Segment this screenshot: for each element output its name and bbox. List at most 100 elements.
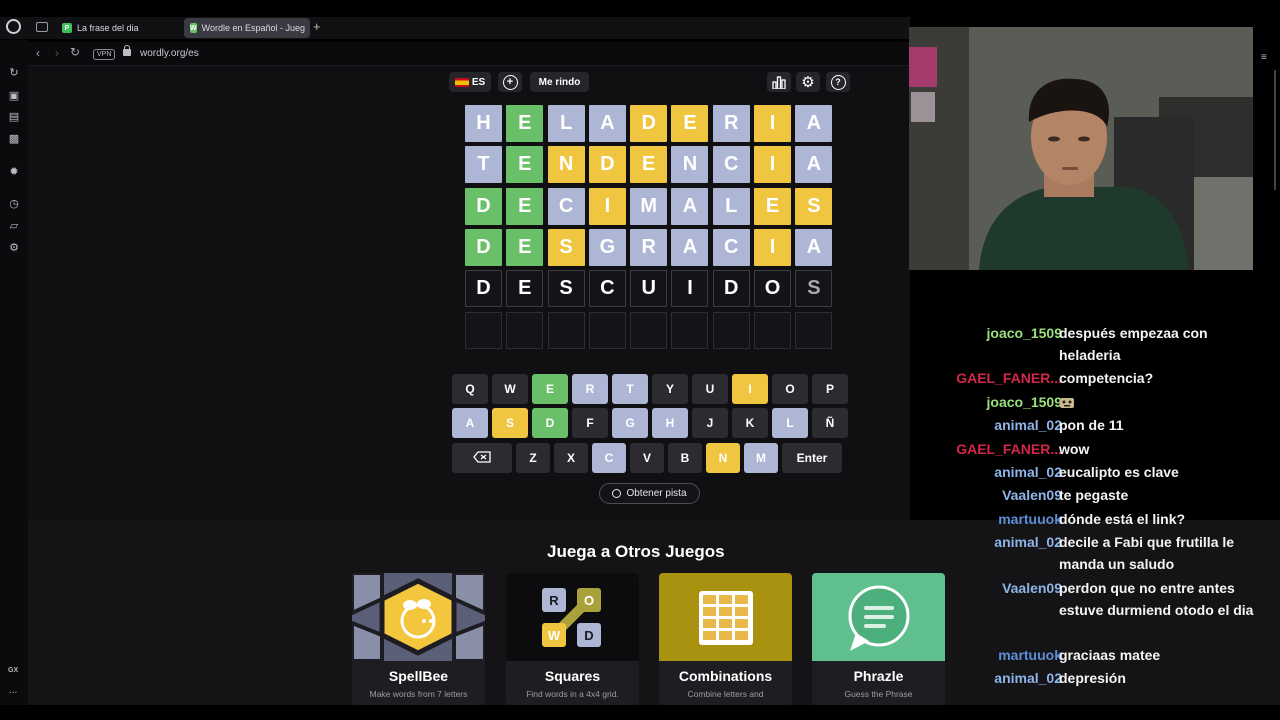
key-i[interactable]: I: [732, 374, 768, 404]
chat-username[interactable]: joaco_1509: [987, 391, 1063, 413]
key-w[interactable]: W: [492, 374, 528, 404]
squares-tile: O: [577, 588, 601, 612]
refresh-icon[interactable]: ↻: [8, 67, 20, 79]
board-tile: I: [588, 187, 626, 225]
chat-username[interactable]: GAEL_FANER...: [956, 438, 1062, 460]
chat-username[interactable]: martuuok: [998, 644, 1062, 666]
hint-button[interactable]: Obtener pista: [599, 483, 700, 504]
key-z[interactable]: Z: [516, 443, 550, 473]
key-e[interactable]: E: [532, 374, 568, 404]
key-o[interactable]: O: [772, 374, 808, 404]
help-button[interactable]: ?: [826, 72, 850, 92]
reload-icon[interactable]: ↻: [70, 45, 80, 59]
board-tile: C: [712, 146, 750, 184]
settings-button[interactable]: ⚙: [796, 72, 820, 92]
board-tile: D: [465, 270, 502, 308]
chat-username[interactable]: joaco_1509: [987, 322, 1063, 344]
board-row: TENDENCIA: [465, 146, 837, 184]
key-g[interactable]: G: [612, 408, 648, 438]
ai-icon[interactable]: ✹: [8, 166, 20, 178]
board-tile: D: [712, 270, 750, 308]
plus-icon: +: [502, 74, 518, 90]
opera-logo-icon[interactable]: [6, 19, 21, 34]
give-up-button[interactable]: Me rindo: [530, 72, 589, 92]
new-tab-button[interactable]: +: [313, 19, 321, 34]
chat-username[interactable]: animal_02: [994, 667, 1062, 689]
key-ñ[interactable]: Ñ: [812, 408, 848, 438]
key-q[interactable]: Q: [452, 374, 488, 404]
right-panel: ≡: [1255, 40, 1280, 705]
chat-message: Vaalen09 perdon que no entre antes estuve…: [910, 577, 1280, 643]
forward-icon[interactable]: ›: [55, 46, 59, 60]
stats-button[interactable]: [767, 72, 791, 92]
board-tile: H: [465, 105, 502, 142]
chat-username[interactable]: animal_02: [994, 414, 1062, 436]
settings-gear-icon[interactable]: ⚙: [8, 242, 20, 254]
enter-key[interactable]: Enter: [782, 443, 842, 473]
key-k[interactable]: K: [732, 408, 768, 438]
language-button[interactable]: ES: [449, 72, 491, 92]
key-y[interactable]: Y: [652, 374, 688, 404]
shop-icon[interactable]: ▣: [8, 90, 20, 102]
url-field[interactable]: wordly.org/es: [140, 48, 199, 59]
bee-icon: [352, 573, 485, 661]
key-t[interactable]: T: [612, 374, 648, 404]
spellbee-card[interactable]: SpellBee Make words from 7 letters: [352, 573, 485, 705]
chat-username[interactable]: martuuok: [998, 508, 1062, 530]
key-c[interactable]: C: [592, 443, 626, 473]
key-l[interactable]: L: [772, 408, 808, 438]
key-h[interactable]: H: [652, 408, 688, 438]
key-u[interactable]: U: [692, 374, 728, 404]
combinations-card[interactable]: Combinations Combine letters and: [659, 573, 792, 705]
board-tile: S: [547, 270, 585, 308]
key-x[interactable]: X: [554, 443, 588, 473]
chat-message: martuuok graciaas matee: [910, 644, 1280, 666]
vpn-badge[interactable]: VPN: [93, 49, 116, 60]
other-games-title: Juega a Otros Juegos: [547, 542, 725, 561]
key-s[interactable]: S: [492, 408, 528, 438]
chat-message: animal_02 eucalipto es clave: [910, 461, 1280, 483]
squares-card[interactable]: R O W D Squares Find words in a 4x4 grid…: [506, 573, 639, 705]
key-a[interactable]: A: [452, 408, 488, 438]
tab-la-frase[interactable]: P La frase del dia: [56, 18, 180, 38]
extensions-icon[interactable]: ▱: [8, 220, 20, 232]
chat-message: animal_02 decile a Fabi que frutilla le m…: [910, 531, 1280, 575]
chat-text: dónde está el link?: [1059, 510, 1186, 527]
chat-username[interactable]: GAEL_FANER...: [956, 367, 1062, 389]
chat-username[interactable]: Vaalen09: [1002, 484, 1062, 506]
chat-username[interactable]: animal_02: [994, 531, 1062, 553]
menu-icon[interactable]: ≡: [1261, 52, 1267, 63]
back-icon[interactable]: ‹: [36, 46, 40, 60]
board-row: DESGRACIA: [465, 228, 837, 266]
key-d[interactable]: D: [532, 408, 568, 438]
key-r[interactable]: R: [572, 374, 608, 404]
key-v[interactable]: V: [630, 443, 664, 473]
gx-label[interactable]: GX: [8, 667, 18, 674]
news-icon[interactable]: ▤: [8, 111, 20, 123]
lock-icon[interactable]: [123, 45, 131, 56]
key-f[interactable]: F: [572, 408, 608, 438]
workspaces-icon[interactable]: [36, 22, 48, 32]
key-j[interactable]: J: [692, 408, 728, 438]
board-tile: U: [630, 270, 668, 308]
scrollbar[interactable]: [1274, 70, 1276, 190]
board-tile: I: [754, 105, 792, 142]
tab-wordle[interactable]: W Wordle en Español - Jueg: [184, 18, 310, 38]
key-m[interactable]: M: [744, 443, 778, 473]
board-tile: [506, 311, 544, 349]
chat-username[interactable]: animal_02: [994, 461, 1062, 483]
chat-username[interactable]: Vaalen09: [1002, 577, 1062, 599]
backspace-key[interactable]: [452, 443, 512, 473]
board-row: DESCUIDOS: [465, 270, 837, 308]
language-label: ES: [471, 76, 486, 88]
board-tile: E: [630, 146, 668, 184]
messenger-icon[interactable]: ▩: [8, 133, 20, 145]
key-b[interactable]: B: [668, 443, 702, 473]
more-icon[interactable]: ...: [9, 685, 17, 696]
new-game-button[interactable]: +: [498, 72, 522, 92]
key-n[interactable]: N: [706, 443, 740, 473]
squares-tile: D: [577, 623, 601, 647]
board-tile: S: [547, 228, 585, 266]
key-p[interactable]: P: [812, 374, 848, 404]
history-icon[interactable]: ◷: [8, 198, 20, 210]
